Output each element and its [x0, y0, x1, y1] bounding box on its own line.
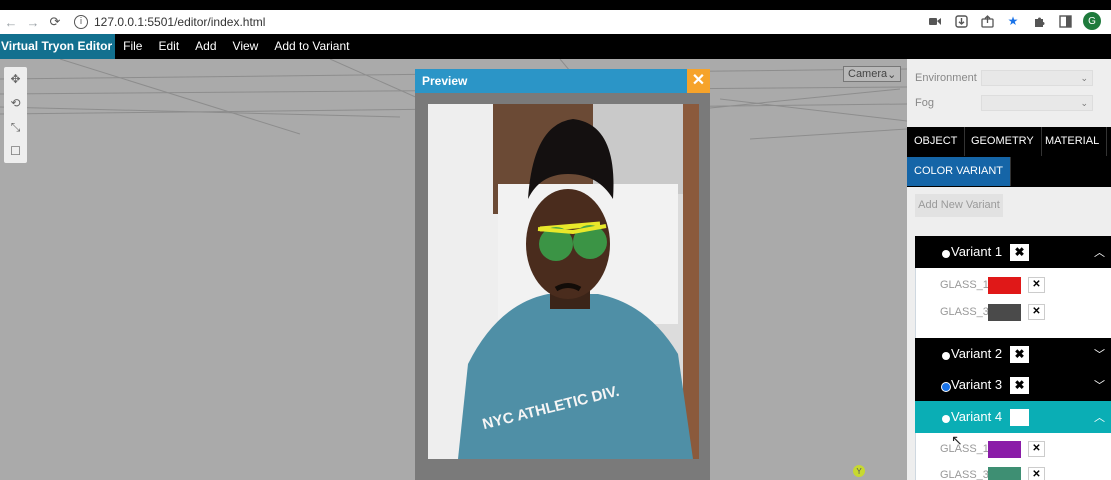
variant-name: Variant 1 [951, 244, 1003, 259]
camera-feed-image: NYC ATHLETIC DIV. [428, 104, 699, 459]
bookmark-star-icon[interactable]: ★ [1005, 12, 1021, 30]
browser-extension-icons: ★ G [927, 12, 1101, 30]
variant-radio[interactable] [942, 352, 950, 360]
environment-label: Environment [915, 72, 977, 84]
variant-header-1[interactable]: Variant 1 ✖ ︿ [915, 236, 1111, 268]
menu-add[interactable]: Add [187, 34, 224, 59]
color-swatch[interactable] [988, 440, 1021, 458]
axis-y-gizmo[interactable]: Y [853, 465, 865, 477]
delete-variant-icon[interactable]: ✖ [1010, 377, 1029, 394]
tab-geometry[interactable]: GEOMETRY [964, 127, 1042, 156]
side-panel-icon[interactable] [1057, 12, 1073, 30]
glass-row: GLASS_3 ✕ [940, 466, 1045, 480]
variant-radio[interactable] [942, 415, 950, 423]
remove-glass-icon[interactable]: ✕ [1028, 441, 1045, 457]
add-new-variant-button[interactable]: Add New Variant [915, 194, 1003, 217]
close-icon[interactable]: ✕ [687, 69, 710, 93]
properties-sidebar: Environment ⌄ Fog ⌄ OBJECT GEOMETRY MATE… [907, 59, 1111, 480]
preview-header[interactable]: Preview ✕ [415, 69, 710, 93]
app-title: Virtual Tryon Editor [0, 34, 116, 59]
menu-add-to-variant[interactable]: Add to Variant [266, 34, 357, 59]
preview-title: Preview [422, 74, 468, 88]
fog-label: Fog [915, 97, 934, 109]
chevron-up-icon[interactable]: ︿ [1094, 244, 1105, 260]
share-icon[interactable] [979, 12, 995, 30]
remove-glass-icon[interactable]: ✕ [1028, 467, 1045, 480]
url-text[interactable]: 127.0.0.1:5501/editor/index.html [94, 15, 265, 29]
extensions-puzzle-icon[interactable] [1031, 12, 1047, 30]
rotate-icon[interactable]: ⟲ [4, 91, 27, 115]
variant-name: Variant 3 [951, 377, 1003, 392]
move-icon[interactable]: ✥ [4, 67, 27, 91]
glass-name: GLASS_3 [940, 306, 989, 318]
variant-header-3[interactable]: Variant 3 ✖ ﹀ [915, 369, 1111, 401]
delete-variant-icon[interactable]: ✖ [1010, 244, 1029, 261]
scale-icon[interactable]: ⤡ [4, 115, 27, 139]
variant-radio-selected[interactable] [942, 383, 950, 391]
color-swatch[interactable] [988, 466, 1021, 480]
tab-object[interactable]: OBJECT [907, 127, 966, 156]
transform-toolbar: ✥ ⟲ ⤡ ☐ [4, 67, 27, 163]
glass-name: GLASS_1 [940, 443, 989, 455]
delete-variant-icon[interactable] [1010, 409, 1029, 426]
variant-header-4[interactable]: Variant 4 ︿ [915, 401, 1111, 433]
reload-icon[interactable]: ⟳ [44, 11, 66, 33]
fog-select[interactable]: ⌄ [981, 95, 1093, 111]
glass-name: GLASS_3 [940, 469, 989, 480]
variant-name: Variant 4 [951, 409, 1003, 424]
remove-glass-icon[interactable]: ✕ [1028, 277, 1045, 293]
camera-feed: NYC ATHLETIC DIV. [428, 104, 699, 459]
color-swatch[interactable] [988, 303, 1021, 321]
menu-edit[interactable]: Edit [150, 34, 187, 59]
glass-name: GLASS_1 [940, 279, 989, 291]
install-app-icon[interactable] [953, 12, 969, 30]
camera-icon[interactable] [927, 12, 943, 30]
variant-body-4: GLASS_1 ✕ GLASS_3 ✕ [915, 433, 1111, 480]
environment-select[interactable]: ⌄ [981, 70, 1093, 86]
variant-header-2[interactable]: Variant 2 ✖ ﹀ [915, 338, 1111, 370]
mouse-cursor-icon: ↖ [951, 432, 963, 448]
tab-color-variant[interactable]: COLOR VARIANT [907, 157, 1012, 186]
forward-icon[interactable]: → [22, 11, 44, 33]
delete-variant-icon[interactable]: ✖ [1010, 346, 1029, 363]
menu-view[interactable]: View [225, 34, 267, 59]
back-icon[interactable]: ← [0, 11, 22, 33]
variant-radio[interactable] [942, 250, 950, 258]
browser-toolbar: ← → ⟳ i 127.0.0.1:5501/editor/index.html… [0, 10, 1111, 34]
address-bar[interactable]: i 127.0.0.1:5501/editor/index.html [74, 11, 265, 33]
profile-avatar[interactable]: G [1083, 12, 1101, 30]
menu-file[interactable]: File [115, 34, 150, 59]
chevron-down-icon: ⌄ [887, 68, 897, 81]
variant-name: Variant 2 [951, 346, 1003, 361]
tab-material[interactable]: MATERIAL [1038, 127, 1108, 156]
chevron-down-icon[interactable]: ﹀ [1094, 346, 1105, 362]
glass-row: GLASS_3 ✕ [940, 303, 1045, 321]
screen-top-strip [0, 0, 1111, 10]
glass-row: GLASS_1 ✕ [940, 276, 1045, 294]
local-space-checkbox[interactable]: ☐ [4, 139, 27, 163]
info-icon[interactable]: i [74, 15, 88, 29]
remove-glass-icon[interactable]: ✕ [1028, 304, 1045, 320]
chevron-up-icon[interactable]: ︿ [1094, 409, 1105, 425]
camera-select[interactable]: Camera ⌄ [843, 66, 901, 82]
chevron-down-icon[interactable]: ﹀ [1094, 377, 1105, 393]
camera-select-label: Camera [848, 68, 888, 80]
color-swatch[interactable] [988, 276, 1021, 294]
app-menubar: Virtual Tryon Editor File Edit Add View … [0, 34, 1111, 59]
variant-body-1: GLASS_1 ✕ GLASS_3 ✕ [915, 268, 1111, 338]
preview-panel: Preview ✕ NYC ATHLETIC DIV. [415, 69, 710, 480]
sidebar-tabs: OBJECT GEOMETRY MATERIAL COLOR VARIANT [907, 127, 1111, 187]
